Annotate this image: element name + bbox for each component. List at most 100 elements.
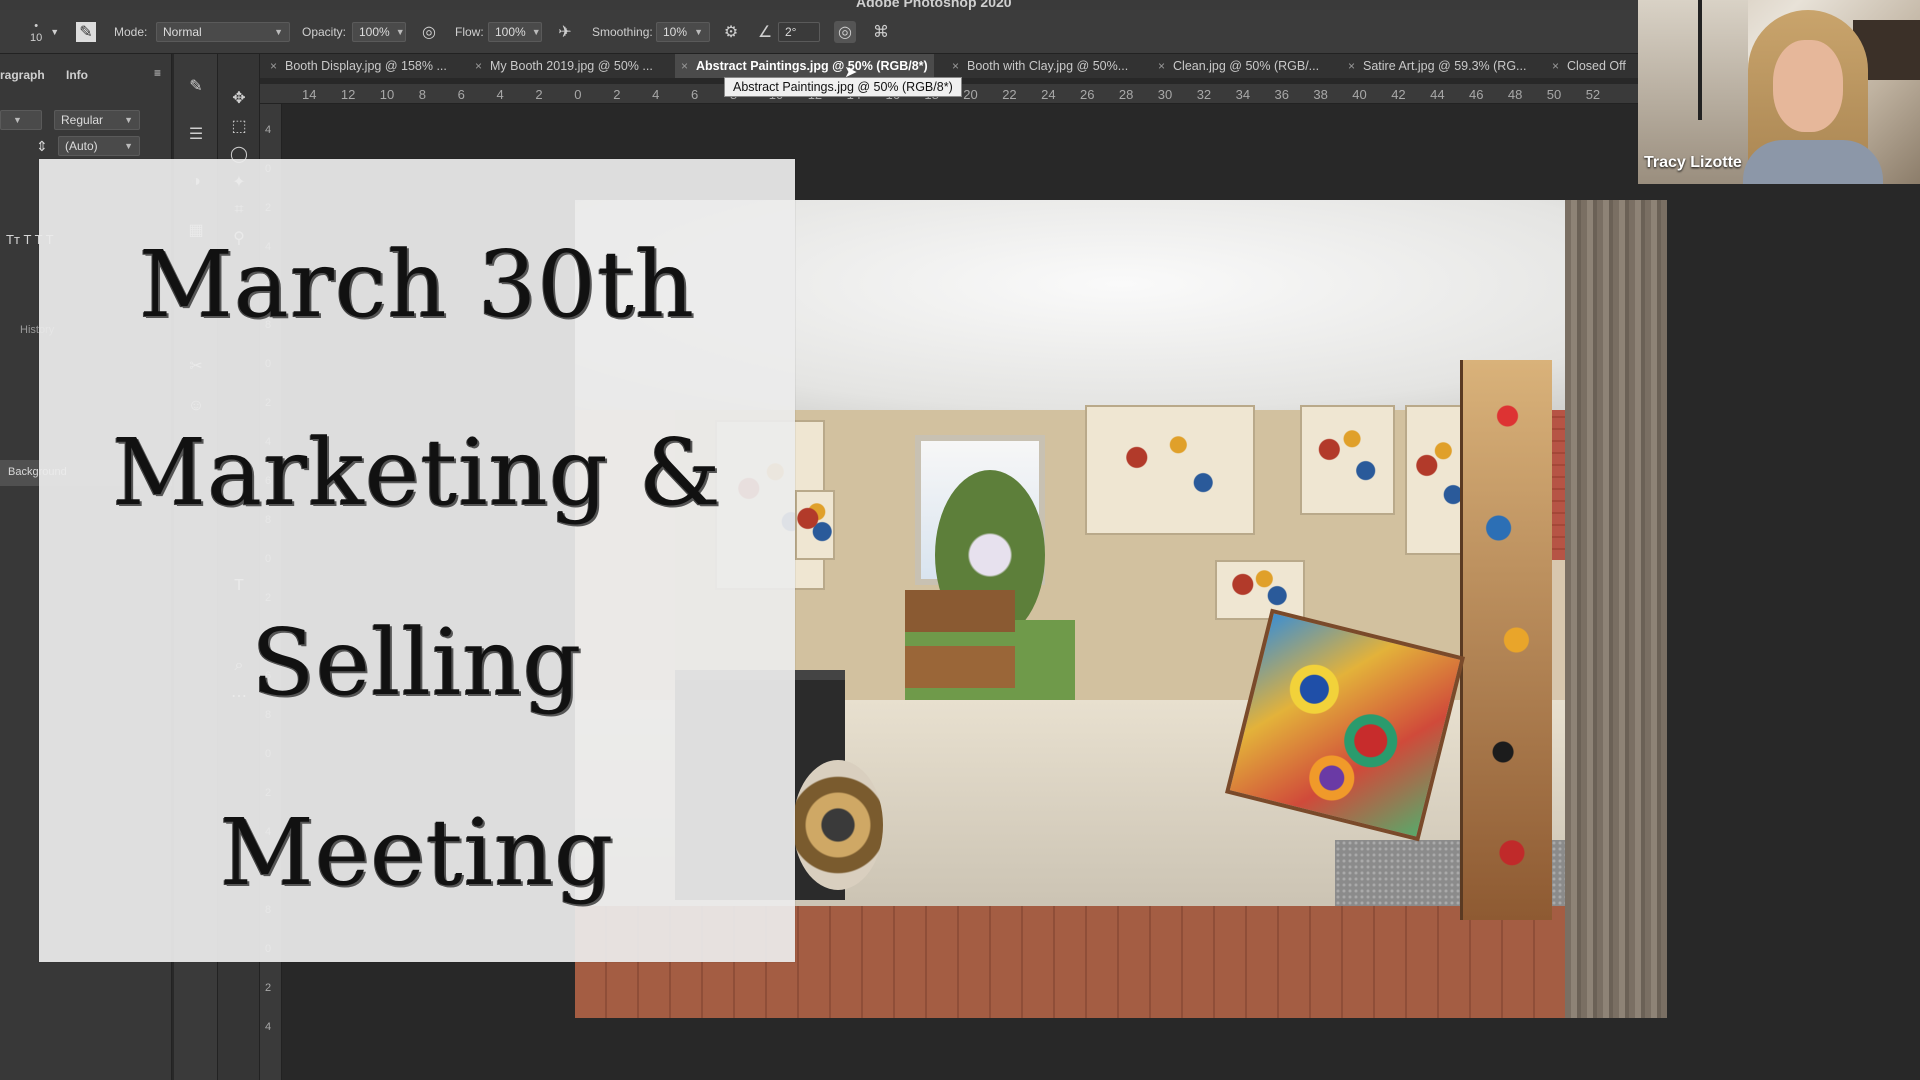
brush-panel-icon: ✎ (76, 22, 96, 42)
chevron-down-icon: ▼ (531, 27, 541, 37)
ruler-tick-label: 26 (1080, 87, 1095, 102)
tab-label: Booth Display.jpg @ 158% ... (285, 59, 447, 73)
tab-clean[interactable]: × Clean.jpg @ 50% (RGB/... (1158, 54, 1319, 78)
chevron-down-icon: ▼ (13, 115, 22, 125)
smoothing-input[interactable]: 10% ▼ (656, 22, 710, 42)
document-tabs: × Booth Display.jpg @ 158% ... × My Booth … (260, 54, 1640, 78)
tab-label: Clean.jpg @ 50% (RGB/... (1173, 59, 1320, 73)
tab-label: My Booth 2019.jpg @ 50% ... (490, 59, 653, 73)
tab-satire-art[interactable]: × Satire Art.jpg @ 59.3% (RG... (1348, 54, 1526, 78)
chevron-down-icon: ▼ (395, 27, 405, 37)
flow-input[interactable]: 100% ▼ (488, 22, 542, 42)
marquee-tool-icon[interactable]: ⬚ (225, 114, 253, 138)
gear-icon[interactable]: ⚙ (720, 21, 742, 43)
tab-paragraph[interactable]: ragraph (0, 68, 45, 82)
opacity-label: Opacity: (302, 25, 347, 39)
tab-info[interactable]: Info (66, 68, 88, 82)
tab-my-booth-2019[interactable]: × My Booth 2019.jpg @ 50% ... (475, 54, 653, 78)
chevron-down-icon: ▼ (694, 27, 703, 37)
mouse-cursor-icon: ➤ (844, 64, 858, 81)
ruler-tick-label: 6 (457, 87, 465, 102)
brush-settings-toggle[interactable]: ✎ (76, 10, 96, 54)
ruler-tick-label: 10 (379, 87, 395, 102)
pressure-size-icon[interactable]: ◎ (834, 21, 856, 43)
close-icon[interactable]: × (952, 59, 959, 73)
ruler-tick-label: 2 (535, 87, 543, 102)
smoothing-value: 10% (663, 25, 688, 39)
ruler-tick-label: 12 (340, 87, 356, 102)
tab-label: Booth with Clay.jpg @ 50%... (967, 59, 1129, 73)
ruler-tick-label: 28 (1118, 87, 1134, 102)
font-family-select[interactable]: ▼ (0, 110, 42, 130)
title-line-meeting: Meeting (219, 799, 615, 906)
webcam-tile[interactable]: Tracy Lizotte (1638, 0, 1920, 184)
ruler-tick-label: 4 (265, 124, 272, 136)
symmetry-icon[interactable]: ⌘ (870, 21, 892, 43)
airbrush-icon[interactable]: ✈ (554, 21, 576, 43)
close-icon[interactable]: × (1552, 59, 1559, 73)
app-title: Adobe Photoshop 2020 (856, 0, 1012, 10)
ruler-tick-label: 48 (1507, 87, 1523, 102)
tab-booth-display[interactable]: × Booth Display.jpg @ 158% ... (270, 54, 447, 78)
title-line-marketing: Marketing & (112, 419, 722, 526)
font-style-select[interactable]: Regular ▼ (54, 110, 140, 130)
mode-value: Normal (163, 25, 202, 39)
ruler-tick-label: 46 (1469, 87, 1484, 102)
leading-icon: ⇕ (36, 138, 48, 154)
chevron-down-icon: ▼ (124, 141, 133, 151)
mode-select[interactable]: Normal ▼ (156, 22, 290, 42)
ruler-tick-label: 34 (1235, 87, 1251, 102)
leading-select[interactable]: (Auto) ▼ (58, 136, 140, 156)
title-line-selling: Selling (251, 609, 583, 716)
move-tool-icon[interactable]: ✥ (225, 86, 253, 110)
brush-size: 10 (30, 32, 43, 44)
tab-tooltip: Abstract Paintings.jpg @ 50% (RGB/8*) (724, 77, 962, 97)
brush-dot-icon: • (34, 20, 39, 32)
tab-label: Abstract Paintings.jpg @ 50% (RGB/8*) (696, 59, 928, 73)
ruler-tick-label: 44 (1430, 87, 1445, 102)
panel-menu-icon[interactable]: ≡ (154, 66, 161, 80)
title-bar: Adobe Photoshop 2020 (0, 0, 1920, 10)
angle-icon: ∠ (757, 24, 773, 41)
opacity-value: 100% (359, 25, 390, 39)
chevron-down-icon: ▼ (50, 27, 60, 37)
brush-preset-picker[interactable]: • 10 ▼ (30, 10, 59, 54)
ruler-tick-label: 40 (1352, 87, 1367, 102)
tab-closed-off[interactable]: × Closed Off (1552, 54, 1626, 78)
smoothing-label: Smoothing: (592, 25, 653, 39)
ruler-tick-label: 24 (1041, 87, 1056, 102)
close-icon[interactable]: × (1348, 59, 1355, 73)
ruler-tick-label: 42 (1391, 87, 1406, 102)
ruler-tick-label: 8 (418, 87, 426, 102)
ruler-tick-label: 32 (1196, 87, 1212, 102)
ruler-tick-label: 14 (302, 87, 317, 102)
tab-booth-with-clay[interactable]: × Booth with Clay.jpg @ 50%... (952, 54, 1128, 78)
tab-abstract-paintings[interactable]: × Abstract Paintings.jpg @ 50% (RGB/8*) (675, 54, 934, 78)
title-card: March 30th Marketing & Selling Meeting (39, 159, 795, 962)
options-bar: • 10 ▼ ✎ Mode: Normal ▼ Opacity: 100% ▼ … (0, 10, 1640, 54)
ruler-tick-label: 52 (1585, 87, 1601, 102)
close-icon[interactable]: × (681, 59, 688, 73)
ruler-tick-label: 2 (265, 982, 272, 994)
ruler-tick-label: 30 (1157, 87, 1173, 102)
ruler-tick-label: 2 (613, 87, 621, 102)
leading-value: (Auto) (65, 139, 98, 153)
angle-value: 2° (785, 25, 797, 39)
chevron-down-icon: ▼ (124, 115, 133, 125)
font-style-value: Regular (61, 113, 104, 127)
participant-name: Tracy Lizotte (1644, 154, 1742, 171)
angle-input[interactable]: 2° (778, 22, 820, 42)
brush-tool-icon[interactable]: ✎ (182, 74, 210, 98)
opacity-input[interactable]: 100% ▼ (352, 22, 406, 42)
close-icon[interactable]: × (270, 59, 277, 73)
tab-label: Closed Off (1567, 59, 1626, 73)
ruler-tick-label: 6 (691, 87, 699, 102)
flow-label: Flow: (455, 25, 484, 39)
pressure-opacity-icon[interactable]: ◎ (418, 21, 440, 43)
tab-label: Satire Art.jpg @ 59.3% (RG... (1363, 59, 1527, 73)
close-icon[interactable]: × (475, 59, 482, 73)
close-icon[interactable]: × (1158, 59, 1165, 73)
adjustments-icon[interactable]: ☰ (182, 122, 210, 146)
title-line-date: March 30th (138, 231, 696, 338)
ruler-tick-label: 20 (963, 87, 978, 102)
